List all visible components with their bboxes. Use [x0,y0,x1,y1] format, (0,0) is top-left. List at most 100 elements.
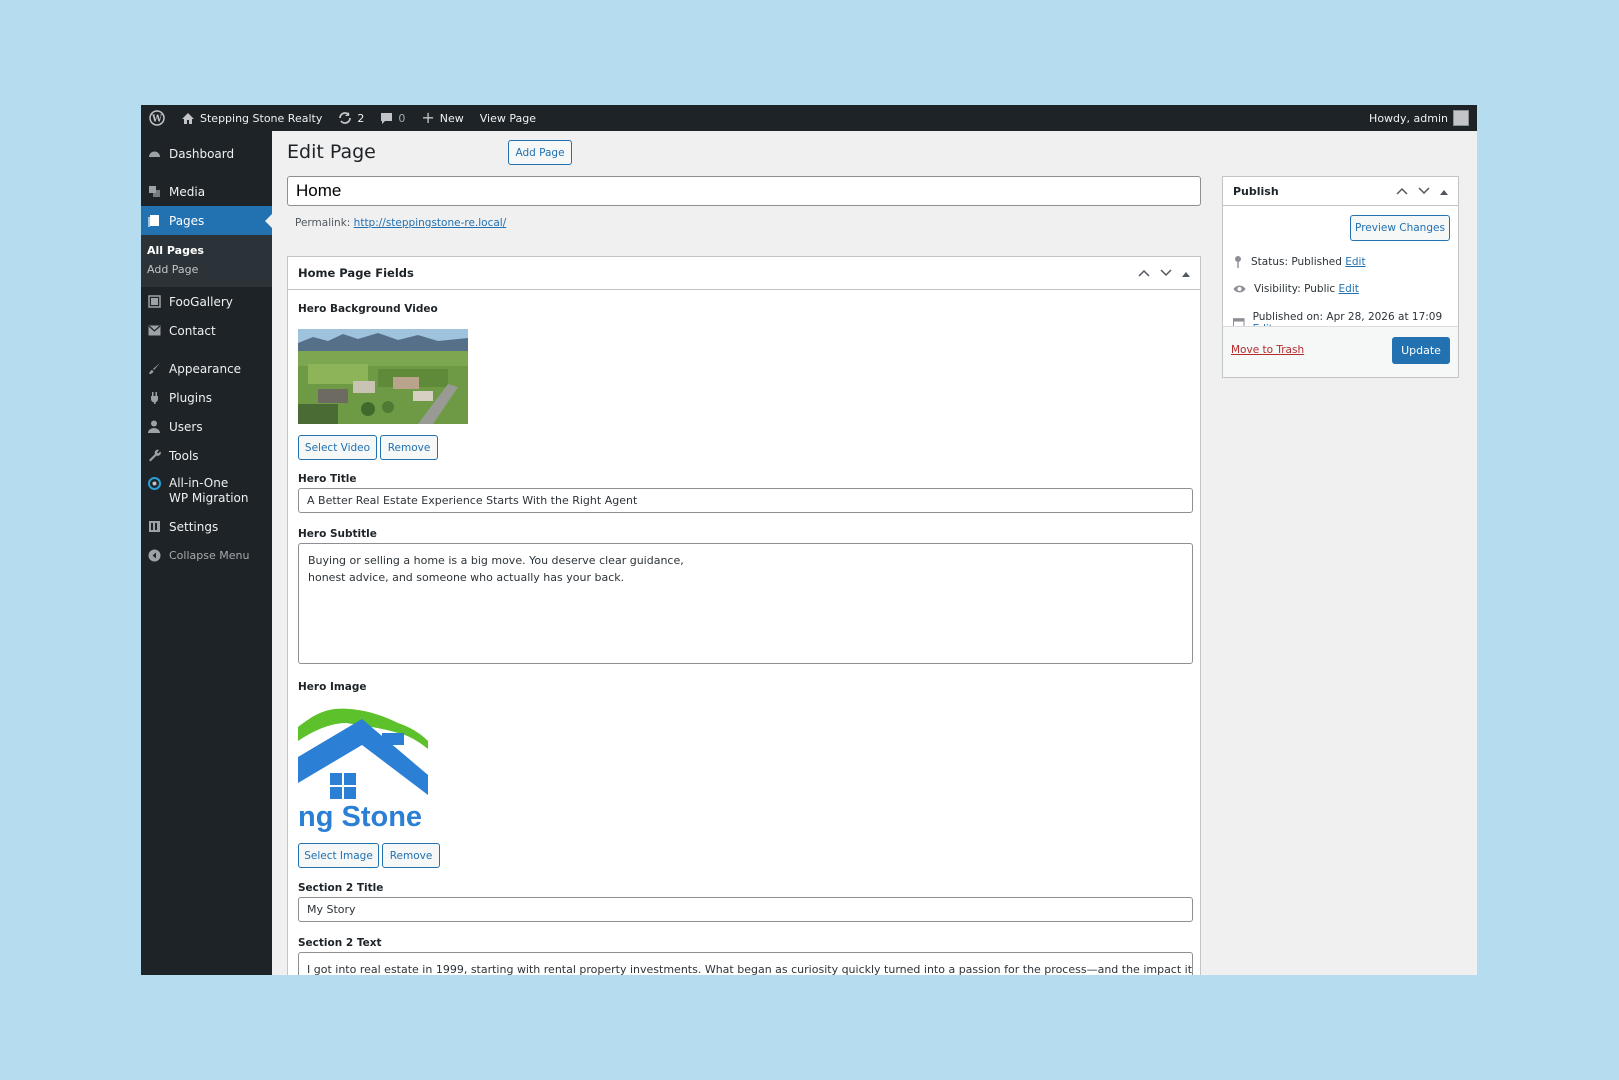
section2-title-label: Section 2 Title [298,882,384,894]
new-label: New [439,111,464,125]
sidebar-item-foogallery[interactable]: FooGallery [141,287,272,316]
move-to-trash-link[interactable]: Move to Trash [1231,344,1304,356]
sidebar-item-contact[interactable]: Contact [141,316,272,345]
pages-icon [147,214,161,228]
hero-video-thumbnail [298,329,468,424]
site-name-link[interactable]: Stepping Stone Realty [173,105,330,131]
new-content-link[interactable]: + New [413,105,471,131]
pages-submenu: All Pages Add Page [141,235,272,287]
sidebar-item-users[interactable]: Users [141,412,272,441]
media-icon [147,185,161,199]
dashboard-icon [147,147,161,161]
gallery-icon [147,295,161,309]
preview-changes-button[interactable]: Preview Changes [1350,215,1450,241]
hero-image-label: Hero Image [298,681,367,693]
submenu-all-pages[interactable]: All Pages [141,241,272,260]
edit-visibility-link[interactable]: Edit [1339,283,1359,295]
updates-icon [339,112,352,124]
sidebar-item-pages[interactable]: Pages [141,206,272,235]
status-text: Status: Published [1251,255,1342,268]
sidebar-item-label: Users [169,419,203,434]
metabox-header: Home Page Fields [288,257,1200,290]
metabox-title: Home Page Fields [298,266,414,280]
hero-title-input[interactable] [298,488,1193,513]
move-down-icon[interactable] [1160,267,1172,280]
move-up-icon[interactable] [1396,185,1408,198]
toggle-panel-icon[interactable] [1182,267,1190,280]
publish-actions: Move to Trash Update [1223,326,1458,377]
published-on-text: Published on: Apr 28, 2026 at 17:09 [1252,311,1443,323]
sidebar-item-label: Tools [169,448,199,463]
sidebar-item-label: Pages [169,213,205,228]
collapse-menu-button[interactable]: Collapse Menu [141,541,272,570]
sidebar-item-settings[interactable]: Settings [141,512,272,541]
publish-box: Publish Preview Changes Status: Publishe… [1222,176,1459,378]
logo-text: ng Stone [298,801,423,833]
sidebar-item-migration[interactable]: All-in-One WP Migration [141,470,272,512]
sidebar-item-label: Contact [169,323,216,338]
sidebar-item-label: Appearance [169,361,242,376]
page-title-input[interactable] [287,176,1201,206]
sidebar-item-label: Plugins [169,390,212,405]
main-content: Edit Page Add Page Permalink: http://ste… [272,131,1477,975]
mail-icon [147,324,161,338]
howdy-label: Howdy, admin [1369,111,1448,125]
sidebar-item-tools[interactable]: Tools [141,441,272,470]
home-icon [182,112,194,124]
wordpress-logo-icon[interactable]: W [141,105,173,131]
pin-icon [1235,256,1241,268]
sidebar-item-dashboard[interactable]: Dashboard [141,139,272,168]
sidebar-item-label: Media [169,184,206,199]
remove-image-button[interactable]: Remove [382,843,440,868]
hero-image-thumbnail: ng Stone [298,705,428,835]
visibility-text: Visibility: Public [1254,283,1336,295]
toggle-panel-icon[interactable] [1440,185,1448,198]
admin-sidebar: Dashboard Media Pages All Pages Add Page… [141,131,272,975]
site-name: Stepping Stone Realty [200,111,323,125]
updates-link[interactable]: 2 [330,105,372,131]
settings-icon [147,520,161,534]
user-icon [147,420,161,434]
status-row: Status: Published Edit [1233,255,1366,268]
select-video-button[interactable]: Select Video [298,435,377,460]
hero-subtitle-textarea[interactable]: Buying or selling a home is a big move. … [298,543,1193,664]
view-page-label: View Page [479,111,536,125]
submenu-add-page[interactable]: Add Page [141,260,272,279]
home-page-fields-metabox: Home Page Fields Hero Background Video S… [287,256,1201,975]
update-button[interactable]: Update [1392,337,1450,364]
svg-text:W: W [151,115,163,125]
permalink: Permalink: http://steppingstone-re.local… [295,217,506,229]
section2-title-input[interactable] [298,897,1193,922]
migration-icon [147,476,161,490]
sidebar-item-media[interactable]: Media [141,177,272,206]
eye-icon [1233,285,1246,293]
publish-title: Publish [1233,184,1279,198]
comments-link[interactable]: 0 [372,105,413,131]
sidebar-item-label: FooGallery [169,294,233,309]
permalink-url[interactable]: http://steppingstone-re.local/ [354,217,507,229]
page-title: Edit Page [287,141,376,163]
section2-text-value: I got into real estate in 1999, starting… [307,963,1193,975]
add-page-button[interactable]: Add Page [508,140,572,165]
wrench-icon [147,449,161,463]
wp-admin-window: W Stepping Stone Realty 2 0 + New View P… [141,105,1477,975]
sidebar-item-label: Collapse Menu [169,549,250,562]
sidebar-item-appearance[interactable]: Appearance [141,354,272,383]
sidebar-item-label: Settings [169,519,219,534]
section2-text-textarea[interactable]: I got into real estate in 1999, starting… [298,952,1193,975]
edit-status-link[interactable]: Edit [1345,256,1365,268]
select-image-button[interactable]: Select Image [298,843,379,868]
sidebar-item-plugins[interactable]: Plugins [141,383,272,412]
move-down-icon[interactable] [1418,185,1430,198]
hero-title-label: Hero Title [298,473,357,485]
move-up-icon[interactable] [1138,267,1150,280]
view-page-link[interactable]: View Page [472,105,544,131]
hero-subtitle-label: Hero Subtitle [298,528,377,540]
admin-bar: W Stepping Stone Realty 2 0 + New View P… [141,105,1477,131]
my-account-link[interactable]: Howdy, admin [1361,105,1477,131]
sidebar-item-label: All-in-One WP Migration [169,476,249,505]
avatar [1453,110,1469,126]
plus-icon: + [421,108,435,127]
collapse-icon [147,549,161,563]
remove-video-button[interactable]: Remove [380,435,438,460]
